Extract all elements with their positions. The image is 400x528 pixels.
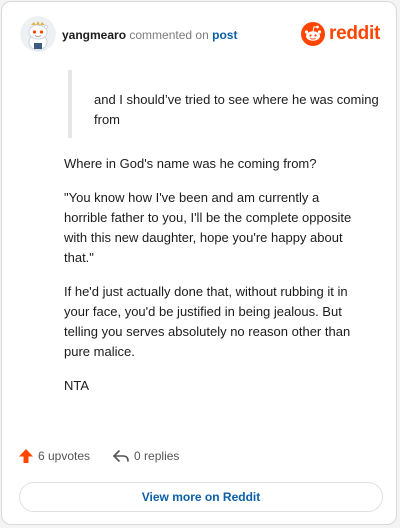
comment-card: yangmearo commented on post reddit and I…: [1, 1, 397, 525]
brand-wordmark: reddit: [329, 23, 380, 44]
reddit-snoo-icon: [301, 22, 326, 46]
comment-footer: 6 upvotes 0 replies: [18, 446, 201, 466]
comment-paragraph: If he'd just actually done that, without…: [64, 284, 351, 359]
comment-body: Where in God's name was he coming from? …: [64, 154, 364, 410]
username-link[interactable]: yangmearo: [62, 28, 126, 42]
view-more-button[interactable]: View more on Reddit: [19, 482, 383, 512]
snoo-avatar-icon: [20, 16, 56, 52]
quote-paragraph: and I should’ve tried to see where he wa…: [94, 92, 379, 127]
reply-button[interactable]: 0 replies: [112, 448, 179, 464]
upvote-count: 6 upvotes: [38, 449, 91, 463]
reply-count: 0 replies: [134, 449, 180, 463]
upvote-arrow-icon: [19, 449, 33, 463]
post-link[interactable]: post: [212, 28, 237, 42]
reply-arrow-icon: [113, 450, 129, 462]
comment-paragraph: "You know how I've been and am currently…: [64, 190, 352, 265]
comment-header: yangmearo commented on post reddit: [18, 16, 380, 56]
action-text: commented on: [129, 28, 209, 42]
user-avatar[interactable]: [20, 16, 56, 52]
reddit-brand[interactable]: reddit: [301, 22, 380, 46]
quoted-text: and I should’ve tried to see where he wa…: [68, 70, 394, 138]
upvote-button[interactable]: 6 upvotes: [18, 448, 90, 464]
comment-meta: yangmearo commented on post: [62, 28, 237, 42]
comment-paragraph: NTA: [64, 378, 90, 393]
comment-paragraph: Where in God's name was he coming from?: [64, 156, 317, 171]
